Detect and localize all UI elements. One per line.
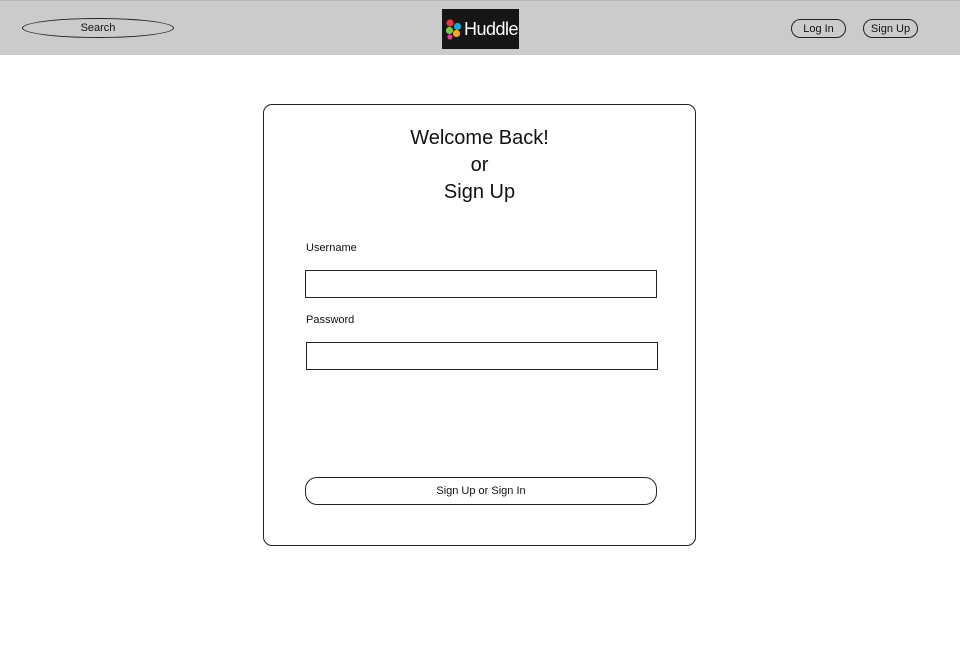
submit-label: Sign Up or Sign In: [436, 485, 526, 497]
username-label: Username: [306, 242, 357, 254]
log-in-label: Log In: [803, 22, 834, 35]
sign-up-label: Sign Up: [870, 22, 911, 35]
heading-line-welcome: Welcome Back!: [410, 127, 549, 149]
heading-line-or: or: [470, 154, 489, 176]
password-field[interactable]: [306, 342, 658, 370]
username-field[interactable]: [305, 270, 657, 298]
logo-dot-pink: [447, 34, 453, 40]
top-navigation-bar: Search Huddle Log In Sign Up: [0, 0, 960, 55]
sign-up-or-sign-in-button[interactable]: Sign Up or Sign In: [305, 477, 657, 505]
search-label: Search: [80, 22, 116, 34]
search-button[interactable]: Search: [22, 18, 174, 38]
logo-dot-red: [446, 19, 454, 27]
logo-text: Huddle: [464, 18, 519, 39]
logo-dot-green: [445, 26, 454, 35]
login-card: Welcome Back! or Sign Up Username Passwo…: [263, 104, 696, 546]
logo-dot-blue: [453, 22, 462, 31]
card-heading: Welcome Back! or Sign Up: [264, 125, 695, 206]
log-in-button[interactable]: Log In: [791, 19, 846, 38]
heading-line-sign-up: Sign Up: [443, 181, 516, 203]
sign-up-button[interactable]: Sign Up: [863, 19, 918, 38]
logo-dot-orange: [452, 29, 461, 38]
logo-dots-icon: [445, 19, 462, 40]
password-label: Password: [306, 314, 355, 326]
huddle-logo[interactable]: Huddle: [442, 9, 519, 49]
